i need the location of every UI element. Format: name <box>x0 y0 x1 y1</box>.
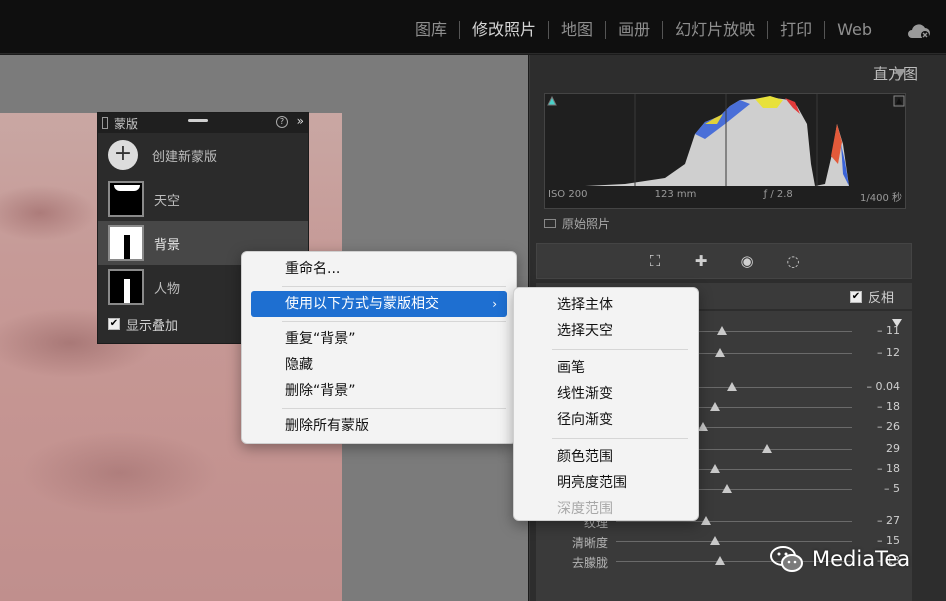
menu-divider <box>282 408 506 409</box>
module-book[interactable]: 画册 <box>606 19 662 41</box>
invert-toggle[interactable]: ✔ 反相 <box>849 287 894 306</box>
slider-value[interactable]: – 26 <box>877 420 900 433</box>
module-print[interactable]: 打印 <box>768 19 824 41</box>
menu-divider <box>282 321 506 322</box>
slider-thumb[interactable] <box>717 326 728 335</box>
collapse-triangle-icon[interactable] <box>894 69 906 78</box>
camera-info: ISO 200 123 mm ƒ / 2.8 1/400 秒 <box>544 185 906 207</box>
cloud-sync-icon[interactable] <box>906 22 932 40</box>
intersect-submenu: 选择主体 选择天空 画笔 线性渐变 径向渐变 颜色范围 明亮度范围 深度范围 <box>513 287 699 521</box>
module-bar: 图库 修改照片 地图 画册 幻灯片放映 打印 Web <box>0 0 946 54</box>
mask-thumbnail <box>108 269 144 305</box>
mask-panel-header[interactable]: 蒙版 ? » <box>98 113 308 133</box>
menu-item-duplicate[interactable]: 重复“背景” <box>242 326 516 352</box>
iso-value: ISO 200 <box>548 189 588 200</box>
slider-thumb[interactable] <box>710 402 721 411</box>
menu-item-hide[interactable]: 隐藏 <box>242 352 516 378</box>
slider-value[interactable]: – 0.04 <box>867 380 901 393</box>
module-develop[interactable]: 修改照片 <box>460 19 548 41</box>
module-map[interactable]: 地图 <box>549 19 605 41</box>
menu-item-intersect-mask[interactable]: 使用以下方式与蒙版相交 › <box>251 291 507 317</box>
create-new-mask-label: 创建新蒙版 <box>152 149 218 165</box>
original-photo-label: 原始照片 <box>562 217 611 231</box>
mask-item-label: 天空 <box>154 193 181 209</box>
original-photo-toggle[interactable]: 原始照片 <box>544 215 610 232</box>
slider-track[interactable] <box>616 541 852 542</box>
submenu-item-radial-gradient[interactable]: 径向渐变 <box>514 407 698 433</box>
slider-label: 清晰度 <box>571 536 608 550</box>
mask-thumbnail <box>108 225 144 261</box>
mask-thumbnail <box>108 181 144 217</box>
module-picker: 图库 修改照片 地图 画册 幻灯片放映 打印 Web <box>403 19 884 41</box>
mask-item-sky[interactable]: 天空 <box>98 177 308 221</box>
invert-label: 反相 <box>867 291 894 306</box>
create-new-mask-button[interactable]: + 创建新蒙版 <box>98 133 308 177</box>
submenu-item-select-subject[interactable]: 选择主体 <box>514 292 698 318</box>
plus-icon: + <box>108 140 138 170</box>
submenu-item-luminance-range[interactable]: 明亮度范围 <box>514 470 698 496</box>
drag-handle-icon[interactable] <box>188 119 208 122</box>
show-overlay-label: 显示叠加 <box>126 318 179 334</box>
original-photo-icon <box>544 219 556 228</box>
submenu-item-depth-range: 深度范围 <box>557 501 613 517</box>
slider-thumb[interactable] <box>710 464 721 473</box>
menu-item-label: 使用以下方式与蒙版相交 <box>285 296 439 312</box>
expand-panel-icon[interactable]: » <box>297 114 304 128</box>
help-icon[interactable]: ? <box>276 116 288 128</box>
slider-value[interactable]: – 27 <box>877 514 900 527</box>
module-library[interactable]: 图库 <box>403 19 459 41</box>
panel-dock-icon <box>102 117 108 129</box>
crop-icon[interactable]: ⛶ <box>646 252 664 270</box>
aperture-value: ƒ / 2.8 <box>763 189 793 200</box>
watermark: MediaTea <box>770 545 910 573</box>
shadow-clipping-icon[interactable] <box>547 95 557 106</box>
slider-value[interactable]: – 18 <box>877 400 900 413</box>
submenu-item-brush[interactable]: 画笔 <box>514 355 698 381</box>
submenu-item-linear-gradient[interactable]: 线性渐变 <box>514 381 698 407</box>
shutter-value: 1/400 秒 <box>860 193 902 204</box>
chevron-right-icon: › <box>492 297 497 311</box>
submenu-item-color-range[interactable]: 颜色范围 <box>514 444 698 470</box>
mask-item-label: 人物 <box>154 281 181 297</box>
checkbox-checked-icon[interactable]: ✔ <box>849 290 862 303</box>
slider-value[interactable]: – 12 <box>877 346 900 359</box>
slider-thumb[interactable] <box>714 556 725 565</box>
slider-thumb[interactable] <box>721 484 732 493</box>
slider-value[interactable]: – 18 <box>877 462 900 475</box>
slider-value[interactable]: – 11 <box>877 324 900 337</box>
slider-thumb[interactable] <box>698 422 709 431</box>
menu-divider <box>552 438 688 439</box>
menu-divider <box>282 286 506 287</box>
slider-thumb[interactable] <box>762 444 773 453</box>
masking-icon[interactable]: ◌ <box>784 252 802 270</box>
healing-icon[interactable]: ✚ <box>692 252 710 270</box>
focal-length-value: 123 mm <box>654 189 697 200</box>
slider-thumb[interactable] <box>710 536 721 545</box>
slider-label: 去朦胧 <box>571 556 608 570</box>
mask-context-menu: 重命名... 使用以下方式与蒙版相交 › 重复“背景” 隐藏 删除“背景” 删除… <box>241 251 517 444</box>
module-web[interactable]: Web <box>825 19 884 41</box>
menu-item-delete-all[interactable]: 删除所有蒙版 <box>242 413 516 439</box>
module-slideshow[interactable]: 幻灯片放映 <box>663 19 767 41</box>
mask-item-label: 背景 <box>154 237 181 253</box>
menu-item-rename[interactable]: 重命名... <box>242 256 516 282</box>
slider-value[interactable]: – 5 <box>884 482 900 495</box>
histogram-header[interactable]: 直方图 <box>530 55 918 87</box>
wechat-logo-icon <box>770 546 803 572</box>
menu-item-delete[interactable]: 删除“背景” <box>242 378 516 404</box>
menu-divider <box>552 349 688 350</box>
red-eye-icon[interactable]: ◉ <box>738 252 756 270</box>
mask-panel-title: 蒙版 <box>114 116 139 131</box>
submenu-item-select-sky[interactable]: 选择天空 <box>514 318 698 344</box>
lightroom-window: 图库 修改照片 地图 画册 幻灯片放映 打印 Web 蒙版 ? » + 创建新蒙… <box>0 0 946 601</box>
checkbox-checked-icon[interactable]: ✔ <box>108 318 120 330</box>
slider-thumb[interactable] <box>700 516 711 525</box>
slider-value[interactable]: 29 <box>886 442 900 455</box>
slider-thumb[interactable] <box>726 382 737 391</box>
tool-strip: ⛶ ✚ ◉ ◌ <box>536 243 912 279</box>
slider-thumb[interactable] <box>714 348 725 357</box>
watermark-text: MediaTea <box>812 547 911 571</box>
